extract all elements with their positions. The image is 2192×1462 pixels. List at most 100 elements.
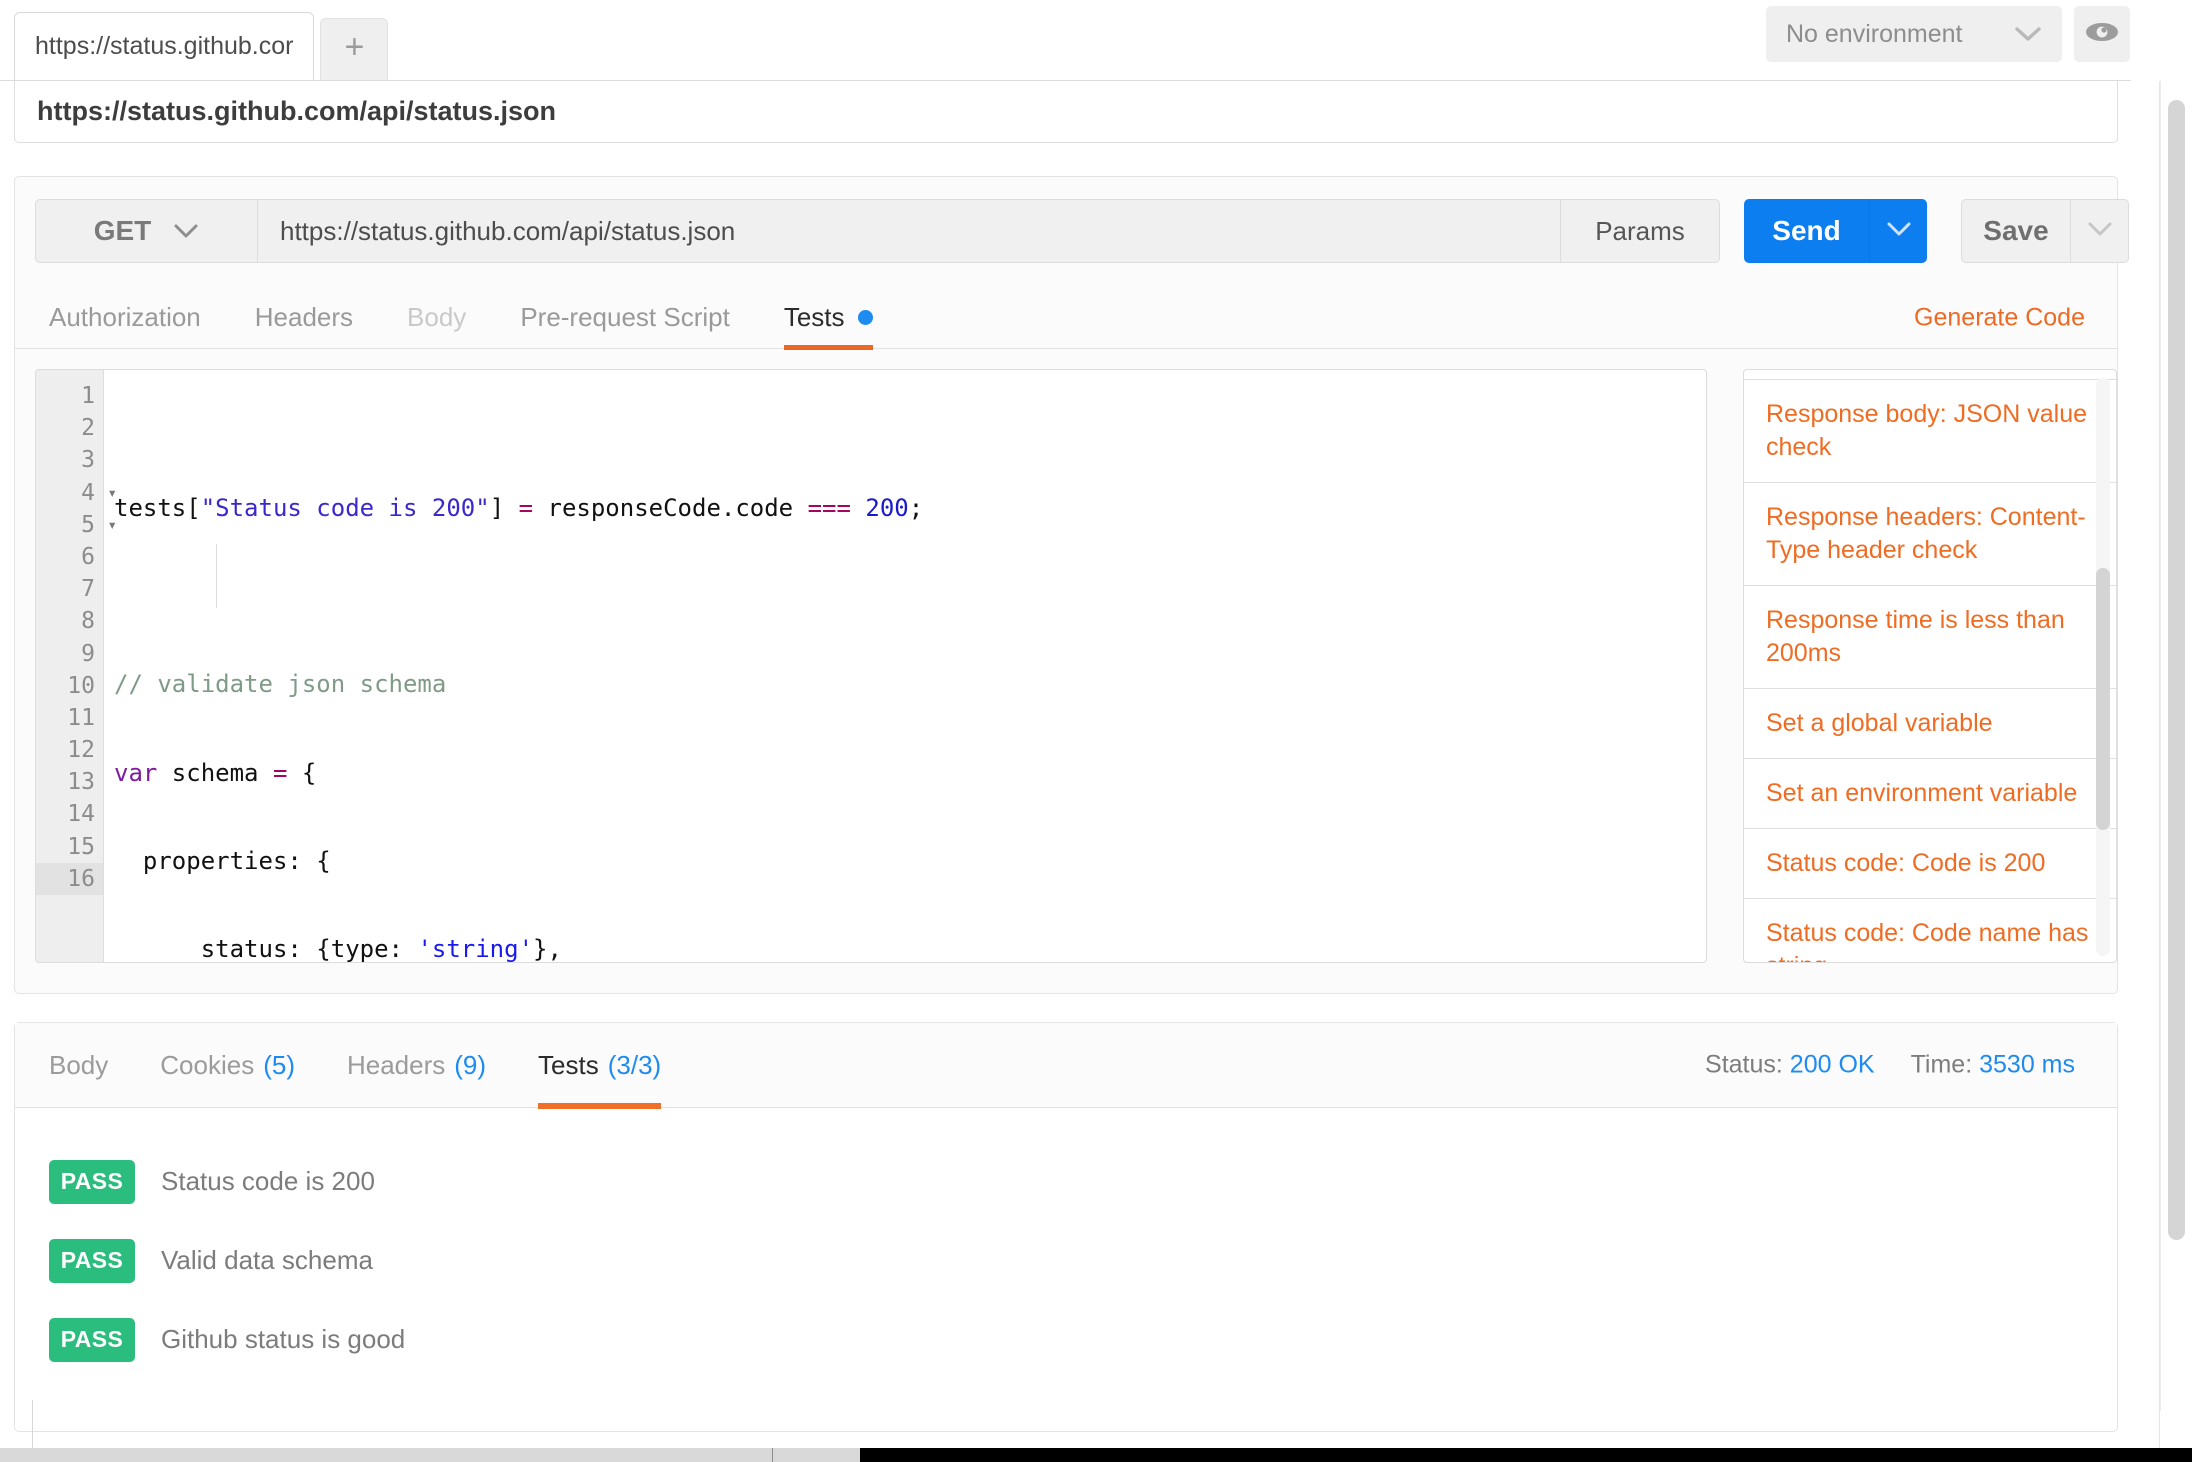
snippet-item[interactable]: string	[1744, 369, 2117, 380]
environment-controls: No environment	[1766, 6, 2130, 62]
snippet-item[interactable]: Set a global variable	[1744, 689, 2117, 759]
test-results-list: PASS Status code is 200 PASS Valid data …	[15, 1108, 2117, 1379]
response-panel: Body Cookies (5) Headers (9) Tests (3/3)…	[14, 1022, 2118, 1432]
response-tab-cookies[interactable]: Cookies (5)	[160, 1023, 295, 1108]
response-tab-tests[interactable]: Tests (3/3)	[538, 1023, 661, 1108]
chevron-down-icon	[173, 223, 199, 239]
tab-body[interactable]: Body	[407, 287, 466, 349]
chevron-down-icon	[2087, 221, 2113, 242]
chevron-down-icon	[1886, 221, 1912, 242]
line-number: 12	[36, 734, 103, 766]
snippet-item[interactable]: Status code: Code name has string	[1744, 899, 2117, 963]
snippet-item[interactable]: Response time is less than 200ms	[1744, 586, 2117, 689]
url-input[interactable]: https://status.github.com/api/status.jso…	[258, 199, 1561, 263]
snippet-item[interactable]: Response headers: Content-Type header ch…	[1744, 483, 2117, 586]
editor-code-area[interactable]: tests["Status code is 200"] = responseCo…	[104, 370, 1706, 962]
tab-tests[interactable]: Tests	[784, 287, 873, 349]
save-label: Save	[1983, 215, 2048, 247]
line-number: 2	[36, 412, 103, 444]
snippets-scrollbar-thumb[interactable]	[2096, 568, 2110, 830]
left-edge-rule	[32, 1400, 33, 1454]
tab-headers[interactable]: Headers	[255, 287, 353, 349]
line-number: 15	[36, 831, 103, 863]
response-time: Time: 3530 ms	[1911, 1051, 2075, 1080]
response-tab-body-label: Body	[49, 1050, 108, 1081]
send-button-group: Send	[1744, 199, 1927, 263]
save-button[interactable]: Save	[1961, 199, 2071, 263]
request-title-bar[interactable]: https://status.github.com/api/status.jso…	[14, 81, 2118, 143]
snippets-list: string Response body: JSON value check R…	[1744, 369, 2117, 963]
generate-code-link[interactable]: Generate Code	[1914, 303, 2085, 332]
snippet-item[interactable]: Response body: JSON value check	[1744, 380, 2117, 483]
response-tab-cookies-label: Cookies	[160, 1050, 254, 1081]
response-section-tabs: Body Cookies (5) Headers (9) Tests (3/3)…	[15, 1023, 2117, 1108]
tab-tests-label: Tests	[784, 302, 845, 333]
line-number-foldable[interactable]: 4	[36, 477, 103, 509]
response-status-label: Status:	[1705, 1051, 1783, 1079]
generate-code-label: Generate Code	[1914, 303, 2085, 331]
tab-body-label: Body	[407, 302, 466, 333]
code-line-2	[114, 580, 1706, 612]
test-result-row: PASS Valid data schema	[49, 1221, 2117, 1300]
main-scrollbar-thumb[interactable]	[2168, 100, 2185, 1240]
status-badge: PASS	[49, 1318, 135, 1362]
code-line-1: tests["Status code is 200"] = responseCo…	[114, 492, 1706, 524]
response-status-value: 200 OK	[1790, 1051, 1875, 1079]
response-time-value: 3530 ms	[1979, 1051, 2075, 1079]
taskbar-divider	[772, 1448, 773, 1462]
test-snippets-panel[interactable]: string Response body: JSON value check R…	[1743, 369, 2117, 963]
code-line-6: status: {type: 'string'},	[114, 933, 1706, 963]
send-options-button[interactable]	[1869, 199, 1927, 263]
status-badge: PASS	[49, 1239, 135, 1283]
code-line-5: properties: {	[114, 845, 1706, 877]
indent-guide	[216, 544, 217, 608]
request-title: https://status.github.com/api/status.jso…	[37, 96, 556, 127]
test-result-name: Valid data schema	[161, 1245, 373, 1276]
response-tab-cookies-count: (5)	[263, 1050, 295, 1081]
response-status: Status: 200 OK	[1705, 1051, 1875, 1080]
environment-select[interactable]: No environment	[1766, 6, 2062, 62]
tab-headers-label: Headers	[255, 302, 353, 333]
eye-icon	[2084, 20, 2120, 49]
snippet-item[interactable]: Set an environment variable	[1744, 759, 2117, 829]
send-button[interactable]: Send	[1744, 199, 1869, 263]
line-number: 11	[36, 702, 103, 734]
line-number: 9	[36, 638, 103, 670]
request-builder-panel: GET https://status.github.com/api/status…	[14, 176, 2118, 994]
tests-script-editor[interactable]: 1 2 3 4 5 6 7 8 9 10 11 12 13 14 15 16 t…	[35, 369, 1707, 963]
http-method-value: GET	[94, 215, 152, 247]
url-input-value: https://status.github.com/api/status.jso…	[280, 216, 735, 247]
tab-authorization[interactable]: Authorization	[49, 287, 201, 349]
response-tab-body[interactable]: Body	[49, 1023, 108, 1108]
send-label: Send	[1772, 215, 1840, 247]
request-section-tabs: Authorization Headers Body Pre-request S…	[15, 287, 2117, 349]
line-number-foldable[interactable]: 5	[36, 509, 103, 541]
environment-select-value: No environment	[1786, 20, 1962, 49]
request-tab-active[interactable]: https://status.github.cor	[14, 12, 314, 80]
line-number: 1	[36, 380, 103, 412]
line-number: 13	[36, 766, 103, 798]
new-tab-button[interactable]: +	[320, 18, 388, 80]
line-number: 8	[36, 605, 103, 637]
url-bar: GET https://status.github.com/api/status…	[35, 199, 1720, 263]
tab-pre-request-script-label: Pre-request Script	[520, 302, 730, 333]
response-tab-headers[interactable]: Headers (9)	[347, 1023, 486, 1108]
params-button[interactable]: Params	[1561, 199, 1720, 263]
tab-authorization-label: Authorization	[49, 302, 201, 333]
request-tab-label: https://status.github.cor	[35, 32, 293, 61]
http-method-select[interactable]: GET	[35, 199, 258, 263]
line-number: 7	[36, 573, 103, 605]
save-button-group: Save	[1961, 199, 2129, 263]
response-tab-headers-count: (9)	[454, 1050, 486, 1081]
save-options-button[interactable]	[2071, 199, 2129, 263]
tab-pre-request-script[interactable]: Pre-request Script	[520, 287, 730, 349]
plus-icon: +	[345, 28, 365, 67]
params-label: Params	[1595, 216, 1685, 247]
status-badge: PASS	[49, 1160, 135, 1204]
chevron-down-icon	[2014, 25, 2042, 43]
snippet-item[interactable]: Status code: Code is 200	[1744, 829, 2117, 899]
environment-quick-look-button[interactable]	[2074, 6, 2130, 62]
line-number: 6	[36, 541, 103, 573]
response-tab-headers-label: Headers	[347, 1050, 445, 1081]
editor-line-number-gutter: 1 2 3 4 5 6 7 8 9 10 11 12 13 14 15 16	[36, 370, 104, 962]
